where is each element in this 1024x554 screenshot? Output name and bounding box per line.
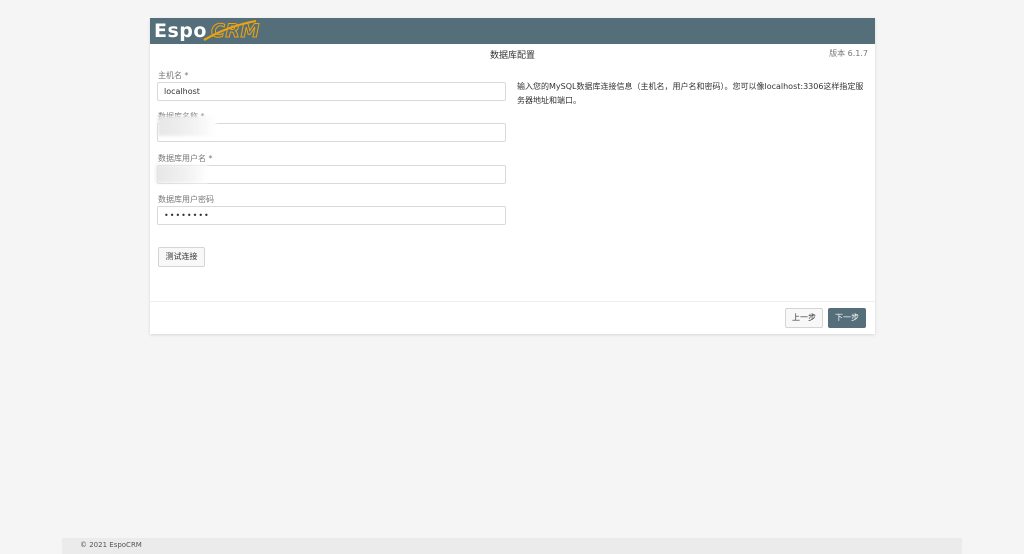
dbuser-label: 数据库用户名 * [158, 154, 213, 163]
redaction-blur [156, 165, 208, 183]
password-label: 数据库用户密码 [158, 195, 214, 204]
host-input[interactable]: localhost [157, 82, 506, 101]
test-connection-button[interactable]: 测试连接 [158, 247, 205, 267]
version-label: 版本 6.1.7 [829, 49, 868, 58]
info-text: 输入您的MySQL数据库连接信息（主机名，用户名和密码）。您可以像localho… [517, 82, 864, 105]
header-bar: Espo CRM [150, 18, 875, 44]
password-input[interactable]: •••••••• [157, 206, 506, 225]
page-title: 数据库配置 [489, 51, 535, 61]
page-footer: © 2021 EspoCRM [62, 538, 962, 554]
redaction-blur [158, 116, 216, 136]
next-button[interactable]: 下一步 [828, 308, 866, 328]
copyright-text: © 2021 EspoCRM [80, 541, 142, 549]
logo-swoosh-icon [203, 20, 257, 41]
setup-panel: Espo CRM 数据库配置 版本 6.1.7 主机名 * localhost … [150, 18, 875, 334]
host-label: 主机名 * [158, 71, 189, 80]
dbuser-input[interactable] [157, 165, 506, 184]
back-button[interactable]: 上一步 [785, 308, 823, 328]
footer-divider [150, 301, 875, 302]
